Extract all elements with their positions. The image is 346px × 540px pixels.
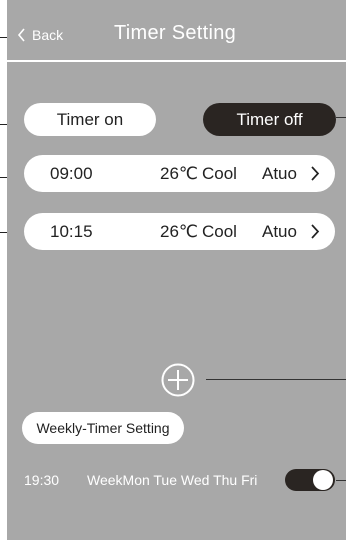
back-label: Back (32, 27, 64, 43)
timer-mode: Cool (202, 222, 237, 241)
header: Back Timer Setting (7, 0, 346, 62)
chevron-right-icon (311, 166, 320, 181)
weekly-timer-toggle[interactable] (285, 469, 335, 491)
timer-time: 10:15 (50, 222, 93, 241)
back-button[interactable]: Back (17, 24, 63, 46)
timer-fan: Atuo (262, 222, 297, 241)
tab-timer-off[interactable]: Timer off (203, 103, 336, 136)
chevron-left-icon (17, 28, 25, 42)
callout-line-add (206, 379, 346, 380)
callout-line-toggle (336, 480, 346, 481)
header-divider (7, 60, 346, 62)
callout-line-timer-off (336, 117, 346, 118)
plus-circle-icon[interactable] (160, 362, 196, 398)
toggle-knob (313, 470, 333, 490)
tab-timer-on[interactable]: Timer on (24, 103, 156, 136)
weekly-timer-days: WeekMon Tue Wed Thu Fri (87, 472, 258, 488)
timer-fan: Atuo (262, 164, 297, 183)
timer-row-2[interactable]: 10:15 26℃ Cool Atuo (24, 213, 335, 250)
chevron-right-icon (311, 224, 320, 239)
page-title: Timer Setting (114, 22, 237, 44)
weekly-timer-time: 19:30 (24, 472, 60, 488)
weekly-timer-setting-button[interactable]: Weekly-Timer Setting (22, 412, 184, 444)
timer-temperature: 26℃ (160, 164, 199, 183)
timer-time: 09:00 (50, 164, 93, 183)
timer-temperature: 26℃ (160, 222, 199, 241)
timer-row-1[interactable]: 09:00 26℃ Cool Atuo (24, 155, 335, 192)
timer-setting-screen: Back Timer Setting Timer on Timer off 09… (7, 0, 346, 540)
timer-mode: Cool (202, 164, 237, 183)
